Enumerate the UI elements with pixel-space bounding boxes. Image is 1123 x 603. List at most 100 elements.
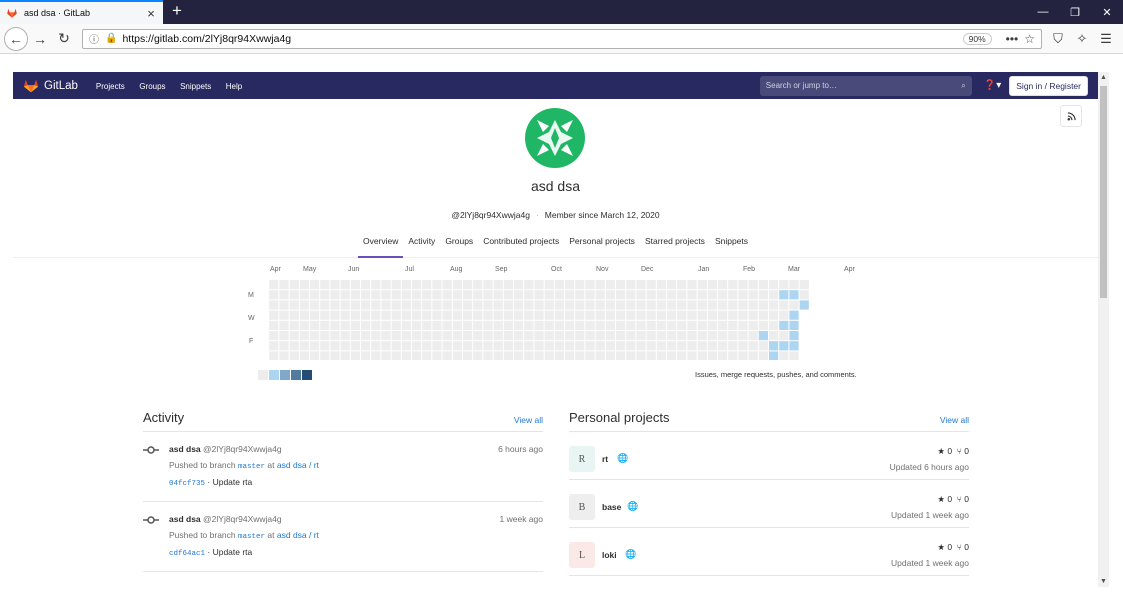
- calendar-day-cell[interactable]: [361, 331, 371, 341]
- calendar-day-cell[interactable]: [616, 351, 626, 360]
- calendar-day-cell[interactable]: [799, 300, 809, 310]
- calendar-day-cell[interactable]: [381, 341, 391, 351]
- calendar-day-cell[interactable]: [279, 290, 289, 300]
- calendar-day-cell[interactable]: [503, 310, 513, 320]
- calendar-day-cell[interactable]: [636, 280, 646, 290]
- calendar-day-cell[interactable]: [656, 290, 666, 300]
- calendar-day-cell[interactable]: [483, 341, 493, 351]
- calendar-day-cell[interactable]: [350, 310, 360, 320]
- activity-view-all-link[interactable]: View all: [514, 415, 543, 425]
- calendar-day-cell[interactable]: [718, 341, 728, 351]
- calendar-day-cell[interactable]: [452, 341, 462, 351]
- calendar-day-cell[interactable]: [310, 300, 320, 310]
- calendar-day-cell[interactable]: [677, 290, 687, 300]
- calendar-day-cell[interactable]: [310, 341, 320, 351]
- calendar-day-cell[interactable]: [707, 280, 717, 290]
- calendar-day-cell[interactable]: [616, 331, 626, 341]
- calendar-day-cell[interactable]: [371, 290, 381, 300]
- calendar-day-cell[interactable]: [412, 310, 422, 320]
- calendar-day-cell[interactable]: [391, 341, 401, 351]
- calendar-day-cell[interactable]: [524, 300, 534, 310]
- calendar-day-cell[interactable]: [350, 280, 360, 290]
- calendar-day-cell[interactable]: [667, 331, 677, 341]
- calendar-day-cell[interactable]: [779, 290, 789, 300]
- calendar-day-cell[interactable]: [442, 341, 452, 351]
- calendar-day-cell[interactable]: [269, 331, 279, 341]
- calendar-day-cell[interactable]: [401, 351, 411, 360]
- calendar-day-cell[interactable]: [483, 300, 493, 310]
- calendar-day-cell[interactable]: [575, 310, 585, 320]
- calendar-day-cell[interactable]: [565, 290, 575, 300]
- calendar-day-cell[interactable]: [442, 280, 452, 290]
- calendar-day-cell[interactable]: [738, 300, 748, 310]
- calendar-day-cell[interactable]: [575, 341, 585, 351]
- calendar-day-cell[interactable]: [289, 351, 299, 360]
- calendar-day-cell[interactable]: [677, 300, 687, 310]
- calendar-day-cell[interactable]: [401, 320, 411, 330]
- calendar-day-cell[interactable]: [728, 300, 738, 310]
- calendar-day-cell[interactable]: [514, 290, 524, 300]
- tab-groups[interactable]: Groups: [440, 236, 478, 258]
- calendar-day-cell[interactable]: [554, 331, 564, 341]
- calendar-day-cell[interactable]: [514, 300, 524, 310]
- calendar-day-cell[interactable]: [340, 310, 350, 320]
- calendar-day-cell[interactable]: [493, 290, 503, 300]
- calendar-day-cell[interactable]: [554, 351, 564, 360]
- calendar-day-cell[interactable]: [524, 341, 534, 351]
- branch-link[interactable]: master: [238, 463, 265, 471]
- calendar-day-cell[interactable]: [310, 331, 320, 341]
- calendar-day-cell[interactable]: [350, 331, 360, 341]
- calendar-day-cell[interactable]: [391, 331, 401, 341]
- calendar-day-cell[interactable]: [626, 280, 636, 290]
- calendar-day-cell[interactable]: [646, 351, 656, 360]
- calendar-day-cell[interactable]: [493, 310, 503, 320]
- calendar-day-cell[interactable]: [718, 310, 728, 320]
- calendar-day-cell[interactable]: [330, 310, 340, 320]
- calendar-day-cell[interactable]: [748, 320, 758, 330]
- calendar-day-cell[interactable]: [279, 310, 289, 320]
- calendar-day-cell[interactable]: [330, 320, 340, 330]
- calendar-day-cell[interactable]: [299, 310, 309, 320]
- calendar-day-cell[interactable]: [687, 300, 697, 310]
- signin-button[interactable]: Sign in / Register: [1009, 75, 1088, 96]
- calendar-day-cell[interactable]: [330, 351, 340, 360]
- calendar-day-cell[interactable]: [789, 341, 799, 351]
- calendar-day-cell[interactable]: [391, 280, 401, 290]
- calendar-day-cell[interactable]: [738, 310, 748, 320]
- calendar-day-cell[interactable]: [514, 310, 524, 320]
- calendar-day-cell[interactable]: [361, 280, 371, 290]
- calendar-day-cell[interactable]: [748, 331, 758, 341]
- calendar-day-cell[interactable]: [667, 290, 677, 300]
- calendar-day-cell[interactable]: [442, 351, 452, 360]
- calendar-day-cell[interactable]: [269, 341, 279, 351]
- calendar-day-cell[interactable]: [544, 351, 554, 360]
- calendar-day-cell[interactable]: [422, 300, 432, 310]
- calendar-day-cell[interactable]: [534, 310, 544, 320]
- calendar-day-cell[interactable]: [320, 351, 330, 360]
- calendar-day-cell[interactable]: [299, 331, 309, 341]
- calendar-day-cell[interactable]: [279, 341, 289, 351]
- calendar-day-cell[interactable]: [769, 300, 779, 310]
- calendar-day-cell[interactable]: [463, 351, 473, 360]
- calendar-day-cell[interactable]: [432, 300, 442, 310]
- calendar-day-cell[interactable]: [432, 310, 442, 320]
- calendar-day-cell[interactable]: [534, 300, 544, 310]
- calendar-day-cell[interactable]: [432, 280, 442, 290]
- tab-contributed-projects[interactable]: Contributed projects: [478, 236, 564, 258]
- calendar-day-cell[interactable]: [687, 280, 697, 290]
- calendar-day-cell[interactable]: [391, 290, 401, 300]
- calendar-day-cell[interactable]: [789, 300, 799, 310]
- tab-personal-projects[interactable]: Personal projects: [564, 236, 640, 258]
- calendar-day-cell[interactable]: [452, 280, 462, 290]
- calendar-day-cell[interactable]: [371, 300, 381, 310]
- calendar-day-cell[interactable]: [442, 320, 452, 330]
- calendar-day-cell[interactable]: [758, 331, 768, 341]
- calendar-day-cell[interactable]: [463, 341, 473, 351]
- tab-activity[interactable]: Activity: [403, 236, 440, 258]
- calendar-day-cell[interactable]: [595, 331, 605, 341]
- calendar-day-cell[interactable]: [463, 300, 473, 310]
- calendar-day-cell[interactable]: [289, 280, 299, 290]
- author-name[interactable]: asd dsa: [169, 514, 201, 524]
- calendar-day-cell[interactable]: [728, 310, 738, 320]
- calendar-day-cell[interactable]: [340, 351, 350, 360]
